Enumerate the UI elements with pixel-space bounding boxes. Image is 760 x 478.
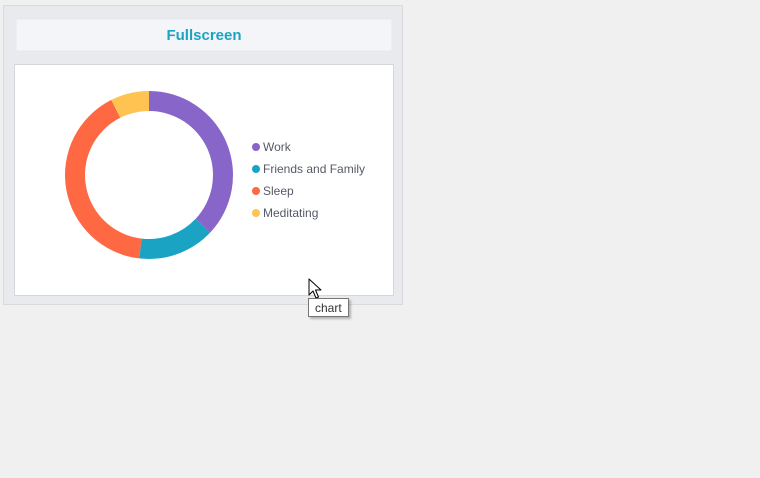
donut-chart[interactable]: Work Friends and Family Sleep Meditating (15, 65, 393, 295)
legend-item-friends-and-family[interactable]: Friends and Family (252, 162, 365, 176)
donut-slice-work[interactable] (149, 91, 233, 233)
legend-item-sleep[interactable]: Sleep (252, 184, 294, 198)
donut-slices (64, 91, 233, 259)
legend-marker-sleep (252, 187, 260, 195)
chart-legend: Work Friends and Family Sleep Meditating (252, 140, 365, 220)
legend-item-work[interactable]: Work (252, 140, 292, 154)
legend-label: Sleep (263, 184, 294, 198)
legend-marker-work (252, 143, 260, 151)
legend-item-meditating[interactable]: Meditating (252, 206, 318, 220)
donut-slice-friends-and-family[interactable] (139, 218, 211, 259)
legend-marker-meditating (252, 209, 260, 217)
legend-label: Meditating (263, 206, 318, 220)
legend-label: Work (263, 140, 292, 154)
panel-header[interactable]: Fullscreen (16, 19, 392, 51)
legend-label: Friends and Family (263, 162, 365, 176)
chart-tooltip: chart (308, 298, 349, 317)
legend-marker-friends-and-family (252, 165, 260, 173)
mouse-pointer-icon (308, 278, 322, 299)
chart-card[interactable]: Work Friends and Family Sleep Meditating (14, 64, 394, 296)
fullscreen-button[interactable]: Fullscreen (166, 27, 241, 44)
donut-slice-sleep[interactable] (64, 99, 142, 259)
